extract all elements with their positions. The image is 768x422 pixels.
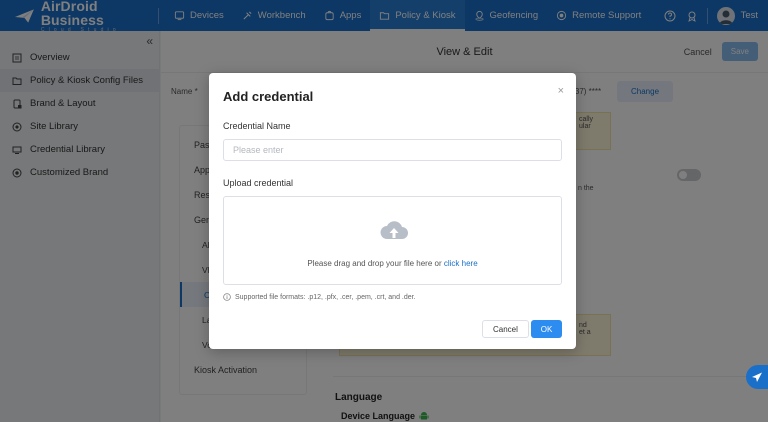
close-icon[interactable]: × — [558, 85, 564, 97]
upload-credential-label: Upload credential — [223, 178, 294, 188]
add-credential-dialog: Add credential × Credential Name Upload … — [209, 73, 576, 349]
floating-help-button[interactable] — [746, 365, 768, 389]
cloud-upload-icon — [380, 221, 408, 239]
dialog-title: Add credential — [223, 89, 314, 104]
cancel-button[interactable]: Cancel — [482, 320, 529, 338]
ok-button[interactable]: OK — [531, 320, 562, 338]
file-dropzone[interactable]: Please drag and drop your file here or c… — [223, 196, 562, 285]
info-icon — [223, 293, 231, 301]
click-here-link[interactable]: click here — [444, 259, 478, 268]
send-icon — [752, 372, 762, 382]
credential-name-label: Credential Name — [223, 121, 291, 131]
credential-name-input[interactable] — [223, 139, 562, 161]
dropzone-instruction: Please drag and drop your file here or — [307, 259, 444, 268]
supported-formats-text: Supported file formats: .p12, .pfx, .cer… — [235, 293, 416, 301]
supported-formats-note: Supported file formats: .p12, .pfx, .cer… — [223, 293, 416, 301]
dropzone-text: Please drag and drop your file here or c… — [224, 259, 561, 268]
